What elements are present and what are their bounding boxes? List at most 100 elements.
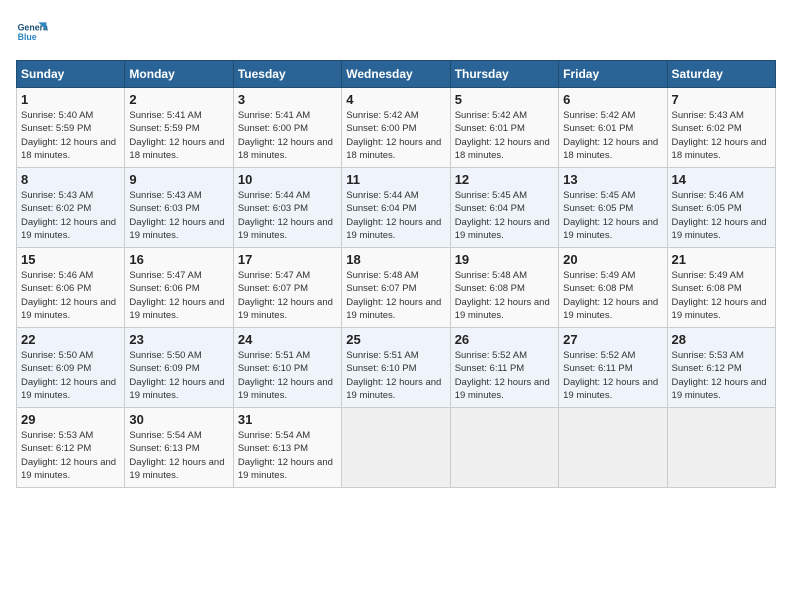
calendar-cell: 22 Sunrise: 5:50 AMSunset: 6:09 PMDayligh… bbox=[17, 328, 125, 408]
calendar-week-3: 15 Sunrise: 5:46 AMSunset: 6:06 PMDayligh… bbox=[17, 248, 776, 328]
day-info: Sunrise: 5:45 AMSunset: 6:05 PMDaylight:… bbox=[563, 189, 662, 242]
logo-icon: General Blue bbox=[16, 16, 48, 48]
calendar-table: SundayMondayTuesdayWednesdayThursdayFrid… bbox=[16, 60, 776, 488]
calendar-cell: 2Sunrise: 5:41 AMSunset: 5:59 PMDaylight… bbox=[125, 88, 233, 168]
day-number: 4 bbox=[346, 92, 445, 107]
day-number: 8 bbox=[21, 172, 120, 187]
column-header-tuesday: Tuesday bbox=[233, 61, 341, 88]
day-number: 17 bbox=[238, 252, 337, 267]
day-info: Sunrise: 5:53 AMSunset: 6:12 PMDaylight:… bbox=[672, 349, 771, 402]
calendar-cell: 1 Sunrise: 5:40 AMSunset: 5:59 PMDaylight… bbox=[17, 88, 125, 168]
day-info: Sunrise: 5:42 AMSunset: 6:01 PMDaylight:… bbox=[563, 109, 662, 162]
day-info: Sunrise: 5:49 AMSunset: 6:08 PMDaylight:… bbox=[563, 269, 662, 322]
day-number: 9 bbox=[129, 172, 228, 187]
day-number: 29 bbox=[21, 412, 120, 427]
day-number: 31 bbox=[238, 412, 337, 427]
calendar-cell: 11 Sunrise: 5:44 AMSunset: 6:04 PMDayligh… bbox=[342, 168, 450, 248]
day-info: Sunrise: 5:54 AMSunset: 6:13 PMDaylight:… bbox=[238, 429, 337, 482]
day-number: 20 bbox=[563, 252, 662, 267]
calendar-week-4: 22 Sunrise: 5:50 AMSunset: 6:09 PMDayligh… bbox=[17, 328, 776, 408]
day-info: Sunrise: 5:51 AMSunset: 6:10 PMDaylight:… bbox=[346, 349, 445, 402]
day-number: 5 bbox=[455, 92, 554, 107]
day-number: 11 bbox=[346, 172, 445, 187]
day-number: 18 bbox=[346, 252, 445, 267]
day-info: Sunrise: 5:45 AMSunset: 6:04 PMDaylight:… bbox=[455, 189, 554, 242]
calendar-cell: 17 Sunrise: 5:47 AMSunset: 6:07 PMDayligh… bbox=[233, 248, 341, 328]
day-info: Sunrise: 5:41 AMSunset: 5:59 PMDaylight:… bbox=[129, 109, 228, 162]
calendar-cell: 8 Sunrise: 5:43 AMSunset: 6:02 PMDaylight… bbox=[17, 168, 125, 248]
day-info: Sunrise: 5:47 AMSunset: 6:07 PMDaylight:… bbox=[238, 269, 337, 322]
day-info: Sunrise: 5:50 AMSunset: 6:09 PMDaylight:… bbox=[21, 349, 120, 402]
day-number: 7 bbox=[672, 92, 771, 107]
day-number: 15 bbox=[21, 252, 120, 267]
calendar-cell: 19Sunrise: 5:48 AMSunset: 6:08 PMDayligh… bbox=[450, 248, 558, 328]
day-number: 28 bbox=[672, 332, 771, 347]
calendar-cell: 21Sunrise: 5:49 AMSunset: 6:08 PMDayligh… bbox=[667, 248, 775, 328]
day-number: 3 bbox=[238, 92, 337, 107]
calendar-cell bbox=[342, 408, 450, 488]
day-info: Sunrise: 5:41 AMSunset: 6:00 PMDaylight:… bbox=[238, 109, 337, 162]
day-number: 25 bbox=[346, 332, 445, 347]
day-number: 14 bbox=[672, 172, 771, 187]
calendar-cell: 28 Sunrise: 5:53 AMSunset: 6:12 PMDayligh… bbox=[667, 328, 775, 408]
calendar-cell bbox=[667, 408, 775, 488]
page-header: General Blue bbox=[16, 16, 776, 48]
calendar-cell bbox=[450, 408, 558, 488]
calendar-cell: 25 Sunrise: 5:51 AMSunset: 6:10 PMDayligh… bbox=[342, 328, 450, 408]
day-info: Sunrise: 5:48 AMSunset: 6:08 PMDaylight:… bbox=[455, 269, 554, 322]
day-info: Sunrise: 5:40 AMSunset: 5:59 PMDaylight:… bbox=[21, 109, 120, 162]
header-row: SundayMondayTuesdayWednesdayThursdayFrid… bbox=[17, 61, 776, 88]
calendar-cell: 20 Sunrise: 5:49 AMSunset: 6:08 PMDayligh… bbox=[559, 248, 667, 328]
day-number: 23 bbox=[129, 332, 228, 347]
column-header-saturday: Saturday bbox=[667, 61, 775, 88]
day-info: Sunrise: 5:43 AMSunset: 6:02 PMDaylight:… bbox=[672, 109, 771, 162]
day-number: 22 bbox=[21, 332, 120, 347]
day-number: 10 bbox=[238, 172, 337, 187]
day-info: Sunrise: 5:43 AMSunset: 6:02 PMDaylight:… bbox=[21, 189, 120, 242]
calendar-cell bbox=[559, 408, 667, 488]
calendar-cell: 30Sunrise: 5:54 AMSunset: 6:13 PMDayligh… bbox=[125, 408, 233, 488]
day-info: Sunrise: 5:44 AMSunset: 6:04 PMDaylight:… bbox=[346, 189, 445, 242]
column-header-friday: Friday bbox=[559, 61, 667, 88]
calendar-cell: 26 Sunrise: 5:52 AMSunset: 6:11 PMDayligh… bbox=[450, 328, 558, 408]
svg-text:Blue: Blue bbox=[18, 32, 37, 42]
day-number: 26 bbox=[455, 332, 554, 347]
column-header-monday: Monday bbox=[125, 61, 233, 88]
day-info: Sunrise: 5:42 AMSunset: 6:01 PMDaylight:… bbox=[455, 109, 554, 162]
day-info: Sunrise: 5:47 AMSunset: 6:06 PMDaylight:… bbox=[129, 269, 228, 322]
day-info: Sunrise: 5:48 AMSunset: 6:07 PMDaylight:… bbox=[346, 269, 445, 322]
calendar-week-5: 29Sunrise: 5:53 AMSunset: 6:12 PMDayligh… bbox=[17, 408, 776, 488]
calendar-cell: 24 Sunrise: 5:51 AMSunset: 6:10 PMDayligh… bbox=[233, 328, 341, 408]
day-info: Sunrise: 5:46 AMSunset: 6:06 PMDaylight:… bbox=[21, 269, 120, 322]
day-number: 27 bbox=[563, 332, 662, 347]
calendar-cell: 23Sunrise: 5:50 AMSunset: 6:09 PMDayligh… bbox=[125, 328, 233, 408]
day-number: 16 bbox=[129, 252, 228, 267]
column-header-thursday: Thursday bbox=[450, 61, 558, 88]
calendar-cell: 31 Sunrise: 5:54 AMSunset: 6:13 PMDayligh… bbox=[233, 408, 341, 488]
day-number: 24 bbox=[238, 332, 337, 347]
calendar-cell: 10Sunrise: 5:44 AMSunset: 6:03 PMDayligh… bbox=[233, 168, 341, 248]
column-header-wednesday: Wednesday bbox=[342, 61, 450, 88]
day-info: Sunrise: 5:43 AMSunset: 6:03 PMDaylight:… bbox=[129, 189, 228, 242]
day-info: Sunrise: 5:52 AMSunset: 6:11 PMDaylight:… bbox=[455, 349, 554, 402]
logo: General Blue bbox=[16, 16, 48, 48]
day-info: Sunrise: 5:51 AMSunset: 6:10 PMDaylight:… bbox=[238, 349, 337, 402]
calendar-cell: 6 Sunrise: 5:42 AMSunset: 6:01 PMDaylight… bbox=[559, 88, 667, 168]
calendar-cell: 7 Sunrise: 5:43 AMSunset: 6:02 PMDaylight… bbox=[667, 88, 775, 168]
day-number: 6 bbox=[563, 92, 662, 107]
day-number: 12 bbox=[455, 172, 554, 187]
day-number: 21 bbox=[672, 252, 771, 267]
day-info: Sunrise: 5:46 AMSunset: 6:05 PMDaylight:… bbox=[672, 189, 771, 242]
calendar-week-1: 1 Sunrise: 5:40 AMSunset: 5:59 PMDaylight… bbox=[17, 88, 776, 168]
calendar-cell: 5 Sunrise: 5:42 AMSunset: 6:01 PMDaylight… bbox=[450, 88, 558, 168]
column-header-sunday: Sunday bbox=[17, 61, 125, 88]
day-number: 1 bbox=[21, 92, 120, 107]
day-info: Sunrise: 5:54 AMSunset: 6:13 PMDaylight:… bbox=[129, 429, 228, 482]
calendar-cell: 14 Sunrise: 5:46 AMSunset: 6:05 PMDayligh… bbox=[667, 168, 775, 248]
calendar-cell: 29Sunrise: 5:53 AMSunset: 6:12 PMDayligh… bbox=[17, 408, 125, 488]
calendar-cell: 16 Sunrise: 5:47 AMSunset: 6:06 PMDayligh… bbox=[125, 248, 233, 328]
calendar-cell: 4Sunrise: 5:42 AMSunset: 6:00 PMDaylight… bbox=[342, 88, 450, 168]
calendar-cell: 18 Sunrise: 5:48 AMSunset: 6:07 PMDayligh… bbox=[342, 248, 450, 328]
calendar-cell: 9 Sunrise: 5:43 AMSunset: 6:03 PMDaylight… bbox=[125, 168, 233, 248]
calendar-cell: 13Sunrise: 5:45 AMSunset: 6:05 PMDayligh… bbox=[559, 168, 667, 248]
